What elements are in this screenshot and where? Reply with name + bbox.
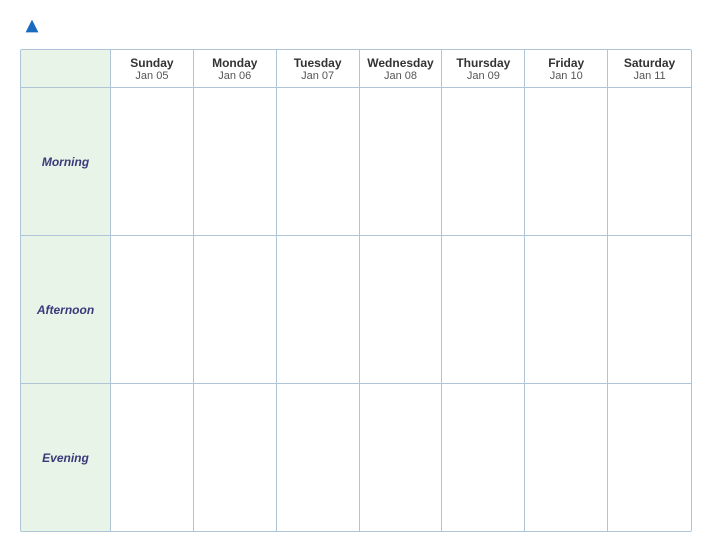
- header-col-5: FridayJan 10: [525, 50, 608, 87]
- header-col-4: ThursdayJan 09: [442, 50, 525, 87]
- calendar: SundayJan 05MondayJan 06TuesdayJan 07Wed…: [20, 49, 692, 532]
- cell-2-2[interactable]: [277, 384, 360, 531]
- cell-0-5[interactable]: [525, 88, 608, 235]
- calendar-row-0: Morning: [21, 88, 691, 236]
- cell-1-6[interactable]: [608, 236, 691, 383]
- cell-1-0[interactable]: [111, 236, 194, 383]
- header-first-col: [21, 50, 111, 87]
- cell-1-5[interactable]: [525, 236, 608, 383]
- header-col-3: WednesdayJan 08: [360, 50, 443, 87]
- header-col-2: TuesdayJan 07: [277, 50, 360, 87]
- row-label-2: Evening: [21, 384, 111, 531]
- cell-2-0[interactable]: [111, 384, 194, 531]
- cell-0-3[interactable]: [360, 88, 443, 235]
- cell-2-5[interactable]: [525, 384, 608, 531]
- cell-2-4[interactable]: [442, 384, 525, 531]
- calendar-row-2: Evening: [21, 384, 691, 531]
- cell-2-6[interactable]: [608, 384, 691, 531]
- row-label-1: Afternoon: [21, 236, 111, 383]
- first-col-label: [25, 56, 106, 70]
- logo: [20, 18, 40, 35]
- cell-2-1[interactable]: [194, 384, 277, 531]
- calendar-header-row: SundayJan 05MondayJan 06TuesdayJan 07Wed…: [21, 50, 691, 88]
- page: SundayJan 05MondayJan 06TuesdayJan 07Wed…: [0, 0, 712, 550]
- header-col-6: SaturdayJan 11: [608, 50, 691, 87]
- cell-1-3[interactable]: [360, 236, 443, 383]
- header-col-1: MondayJan 06: [194, 50, 277, 87]
- header: [20, 18, 692, 35]
- cell-0-1[interactable]: [194, 88, 277, 235]
- cell-0-2[interactable]: [277, 88, 360, 235]
- calendar-body: MorningAfternoonEvening: [21, 88, 691, 531]
- row-label-0: Morning: [21, 88, 111, 235]
- cell-1-4[interactable]: [442, 236, 525, 383]
- cell-1-1[interactable]: [194, 236, 277, 383]
- calendar-row-1: Afternoon: [21, 236, 691, 384]
- logo-icon: [24, 18, 40, 34]
- cell-0-4[interactable]: [442, 88, 525, 235]
- cell-0-6[interactable]: [608, 88, 691, 235]
- cell-0-0[interactable]: [111, 88, 194, 235]
- cell-2-3[interactable]: [360, 384, 443, 531]
- cell-1-2[interactable]: [277, 236, 360, 383]
- header-col-0: SundayJan 05: [111, 50, 194, 87]
